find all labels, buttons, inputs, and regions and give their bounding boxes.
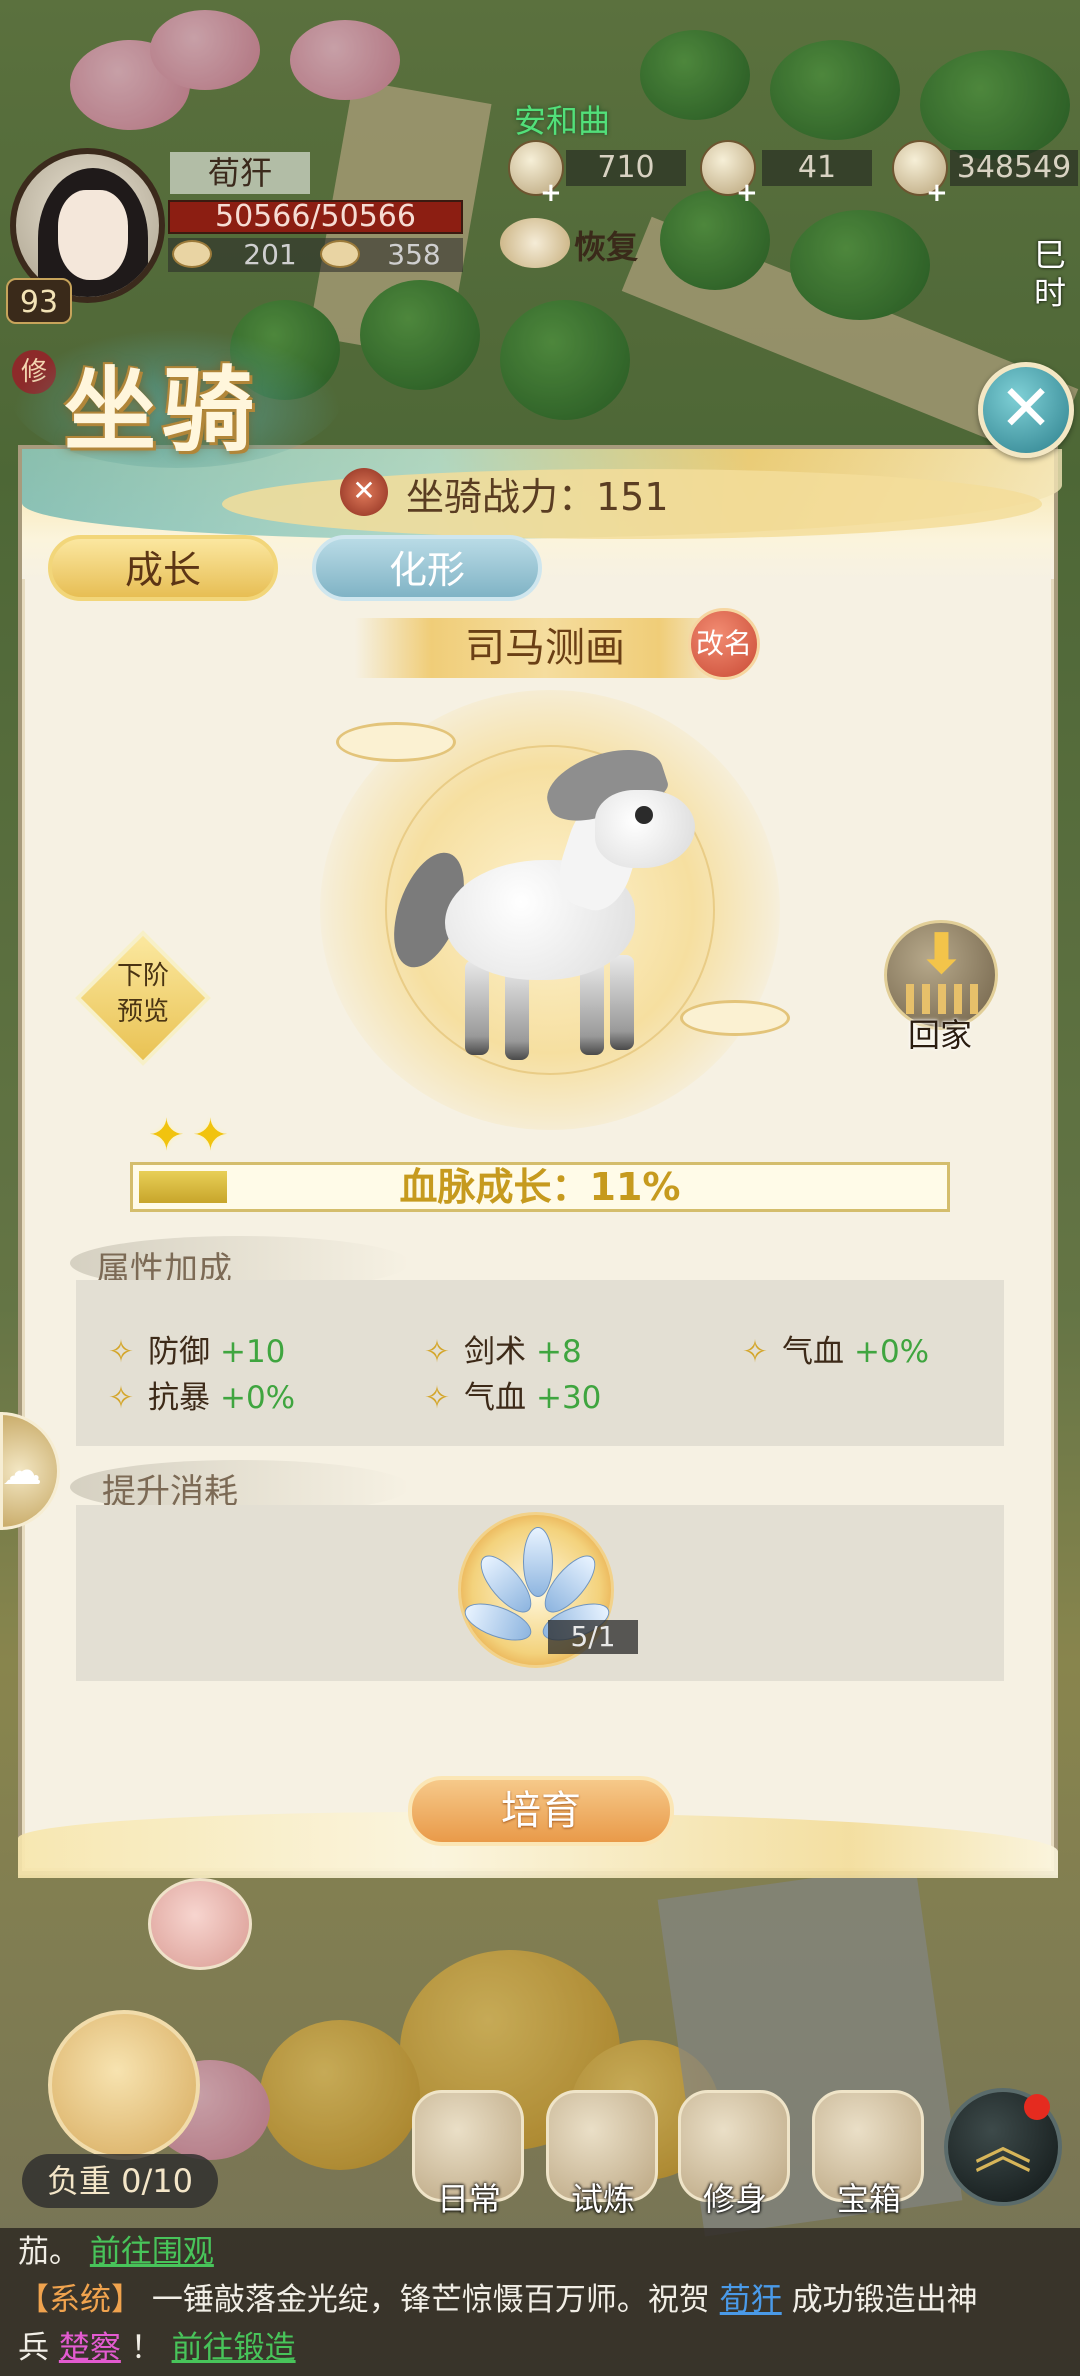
mount-horse-image [380,736,705,1070]
load-capacity-label: 负重 0/10 [22,2154,218,2208]
pig-pet-icon[interactable] [148,1878,252,1970]
return-home-label: 回家 [907,1016,972,1054]
next-stage-line1: 下阶 [116,961,169,991]
chat-message: 茄。 前往围观 [18,2228,214,2276]
chevron-up-icon: ︽ [973,2113,1032,2181]
chat-system-tag: 【系统】 [18,2282,142,2318]
nav-cultivation-label[interactable]: 修身 [670,2174,800,2220]
attribute-name: 气血 [781,1334,844,1370]
player-level-badge: 93 [6,278,72,324]
attribute-item: ✧ 气血 +30 [424,1372,601,1417]
attribute-name: 防御 [147,1334,210,1370]
sparkle-icon: ✧ [424,1334,450,1370]
bloodline-growth-label: 血脉成长：11% [399,1165,681,1209]
down-arrow-icon: ⬇ [918,922,965,987]
sparkle-icon: ✧ [742,1334,768,1370]
close-button[interactable]: ✕ [978,362,1074,458]
cost-item-count: 5/1 [548,1620,638,1654]
chat-link-watch[interactable]: 前往围观 [90,2234,214,2270]
chat-message: 【系统】 一锤敲落金光绽，锋芒惊慑百万师。祝贺 荀犴 成功锻造出神 [18,2276,978,2324]
attribute-name: 气血 [463,1380,526,1416]
next-stage-preview-label: 下阶 预览 [90,958,196,1030]
chat-text: 成功锻造出神 [791,2282,978,2318]
attribute-name: 抗暴 [147,1380,210,1416]
nav-daily-label[interactable]: 日常 [404,2174,534,2220]
time-of-day-label: 巳时 [1033,236,1066,312]
sparkle-icon: ✧ [108,1334,134,1370]
currency-2-value: 41 [762,150,872,186]
nav-trial-label[interactable]: 试炼 [538,2174,668,2220]
chat-player-link[interactable]: 荀犴 [720,2282,782,2318]
notification-dot [1024,2094,1050,2120]
close-icon: ✕ [999,372,1053,446]
attribute-item: ✧ 抗暴 +0% [108,1372,295,1417]
attribute-value: +8 [535,1334,582,1370]
chat-text: 兵 [18,2330,49,2366]
chat-item-link[interactable]: 楚察 [59,2330,121,2366]
panel-title: 坐骑 [64,356,261,464]
add-currency-3-icon[interactable]: + [926,178,948,208]
attribute-value: +0% [219,1380,296,1416]
player-name: 荀犴 [170,152,310,194]
add-currency-2-icon[interactable]: + [736,178,758,208]
mount-power-label: 坐骑战力：151 [406,475,669,519]
dumpling-icon [320,240,360,268]
add-currency-1-icon[interactable]: + [540,178,562,208]
attribute-name: 剑术 [463,1334,526,1370]
player-hp-bar: 50566/50566 [168,200,463,234]
sparkle-icon: ✧ [424,1380,450,1416]
chat-message: 兵 楚察 ！ 前往锻造 [18,2324,296,2372]
attribute-item: ✧ 气血 +0% [742,1326,929,1371]
currency-1-value: 710 [566,150,686,186]
vendor-cart-icon[interactable] [48,2010,200,2160]
attribute-item: ✧ 防御 +10 [108,1326,285,1371]
crossed-swords-icon: ✕ [340,468,388,516]
star-icon: ✦ [148,1110,185,1161]
steamed-bun-icon [172,240,212,268]
cultivate-button[interactable]: 培育 [408,1776,674,1846]
location-name: 安和曲 [513,102,610,140]
attribute-value: +30 [535,1380,602,1416]
nav-treasure-label[interactable]: 宝箱 [804,2174,934,2220]
bloodline-growth-bar: 血脉成长：11% [130,1162,950,1212]
chat-text: 茄。 [18,2234,80,2270]
chat-text: ！ [130,2330,162,2366]
chat-text: 一锤敲落金光绽，锋芒惊慑百万师。祝贺 [151,2282,710,2318]
chat-link-forge[interactable]: 前往锻造 [172,2330,296,2366]
next-stage-line2: 预览 [116,997,169,1027]
mount-name: 司马测画 [355,618,735,678]
tab-growth[interactable]: 成长 [48,535,278,601]
resource-b-value: 358 [387,238,441,271]
recover-button[interactable]: 恢复 [574,222,638,268]
recover-icon [500,218,570,268]
attribute-value: +0% [853,1334,930,1370]
tab-transform[interactable]: 化形 [312,535,542,601]
player-resource-row: 201 358 [168,238,463,272]
resource-a-value: 201 [243,238,297,271]
star-icon: ✦ [192,1110,229,1161]
attribute-item: ✧ 剑术 +8 [424,1326,582,1371]
chat-log: 茄。 前往围观 【系统】 一锤敲落金光绽，锋芒惊慑百万师。祝贺 荀犴 成功锻造出… [0,2228,1080,2376]
sparkle-icon: ✧ [108,1380,134,1416]
chat-bubble-icon: ☁ [2,1448,42,1494]
rename-button[interactable]: 改名 [688,608,760,680]
currency-3-value: 348549 [950,150,1078,186]
attribute-value: +10 [219,1334,286,1370]
